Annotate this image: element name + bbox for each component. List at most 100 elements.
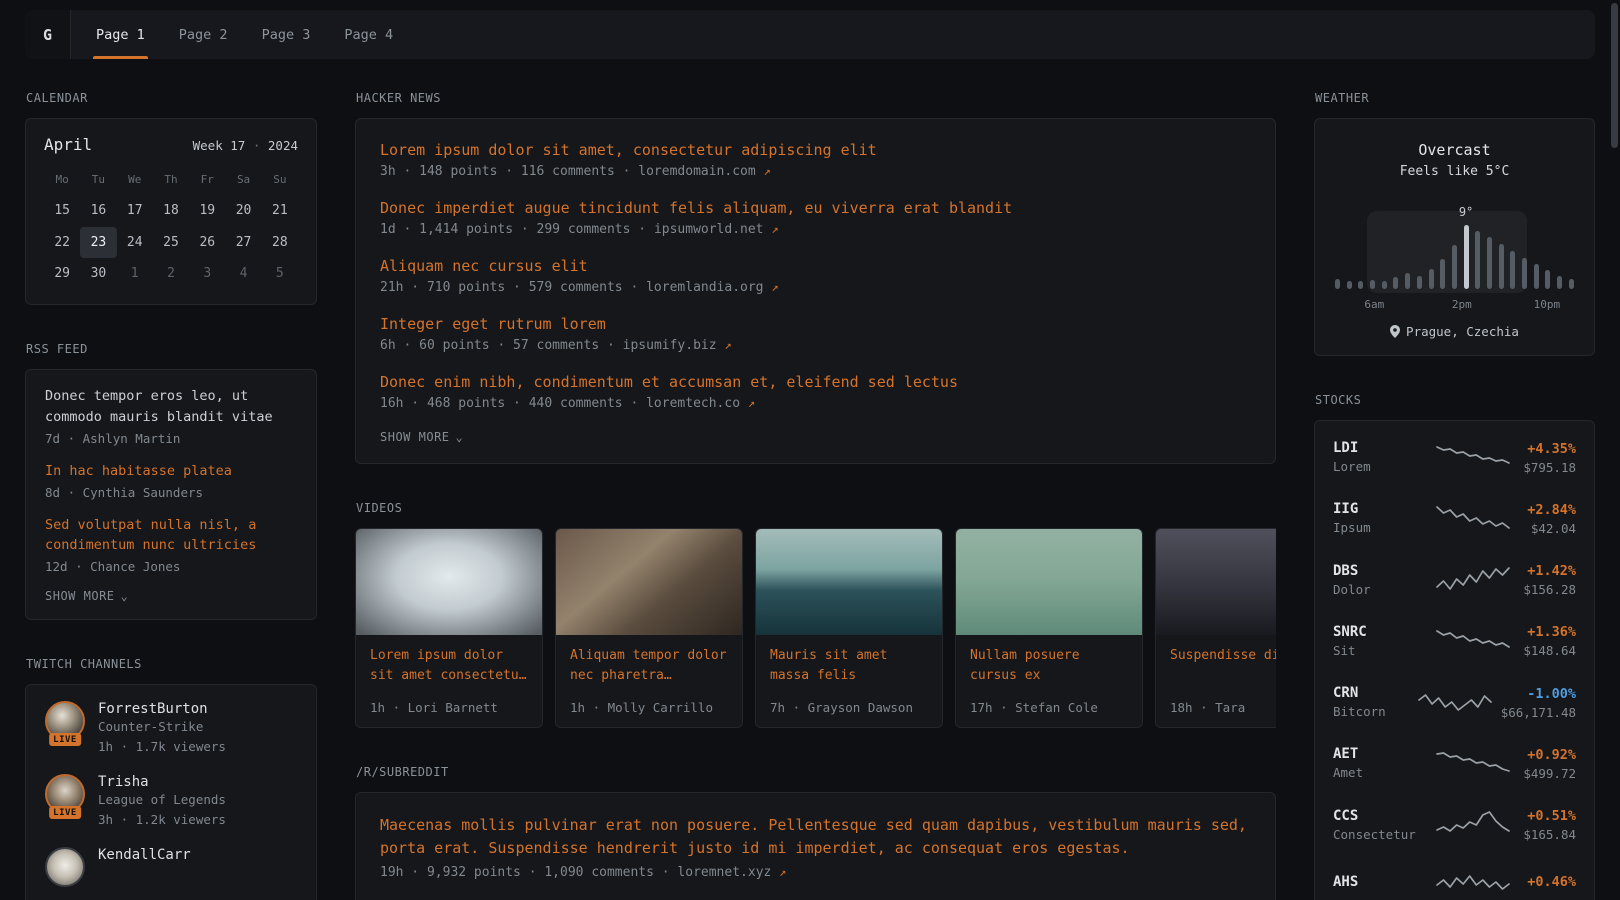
- stock-name: Sit: [1333, 643, 1427, 659]
- scrollbar[interactable]: [1611, 3, 1618, 148]
- calendar-day[interactable]: 30: [80, 258, 116, 290]
- tab-page-2[interactable]: Page 2: [162, 10, 245, 59]
- time-label: 6am: [1364, 298, 1384, 311]
- calendar-day[interactable]: 25: [153, 227, 189, 259]
- tab-page-1[interactable]: Page 1: [79, 10, 162, 59]
- calendar-day[interactable]: 28: [262, 227, 298, 259]
- twitch-heading: TWITCH CHANNELS: [26, 657, 317, 671]
- hackernews-widget: Lorem ipsum dolor sit amet, consectetur …: [355, 118, 1276, 464]
- stock-row[interactable]: SNRC Sit +1.36% $148.64: [1333, 611, 1576, 672]
- stock-values: -1.00% $66,171.48: [1501, 686, 1576, 720]
- video-meta: 1h · Lori Barnett: [370, 700, 528, 715]
- rss-show-more-button[interactable]: SHOW MORE⌄: [45, 589, 128, 603]
- time-label: 10pm: [1534, 298, 1561, 311]
- video-info: Mauris sit amet massa felis 7h · Grayson…: [756, 635, 942, 727]
- calendar-day-next-month[interactable]: 4: [225, 258, 261, 290]
- calendar-day[interactable]: 17: [117, 195, 153, 227]
- video-card[interactable]: Lorem ipsum dolor sit amet consectetu… 1…: [355, 528, 543, 728]
- video-title-link[interactable]: Aliquam tempor dolor nec pharetra…: [570, 646, 728, 686]
- twitch-channel[interactable]: KendallCarr: [45, 847, 297, 887]
- video-card[interactable]: Aliquam tempor dolor nec pharetra… 1h · …: [555, 528, 743, 728]
- weather-section: WEATHER Overcast Feels like 5°C 9° 6am 2…: [1314, 91, 1595, 356]
- rss-item-link[interactable]: Donec tempor eros leo, ut commodo mauris…: [45, 386, 297, 428]
- video-thumbnail[interactable]: [556, 529, 742, 635]
- video-card[interactable]: Nullam posuere cursus ex 17h · Stefan Co…: [955, 528, 1143, 728]
- video-title-link[interactable]: Suspendisse diam: [1170, 646, 1276, 666]
- calendar-day[interactable]: 22: [44, 227, 80, 259]
- calendar-day[interactable]: 26: [189, 227, 225, 259]
- hn-domain-link[interactable]: ipsumworld.net ↗: [654, 222, 779, 237]
- video-info: Suspendisse diam 18h · Tara: [1156, 635, 1276, 727]
- video-title-link[interactable]: Mauris sit amet massa felis: [770, 646, 928, 686]
- hn-domain: loremtech.co: [646, 396, 740, 411]
- calendar-day[interactable]: 21: [262, 195, 298, 227]
- video-thumbnail[interactable]: [356, 529, 542, 635]
- dashboard-grid: CALENDAR April Week 17 · 2024 Mo Tu We T…: [0, 59, 1620, 900]
- video-card[interactable]: Mauris sit amet massa felis 7h · Grayson…: [755, 528, 943, 728]
- calendar-day[interactable]: 19: [189, 195, 225, 227]
- stock-row[interactable]: AET Amet +0.92% $499.72: [1333, 733, 1576, 794]
- app-logo[interactable]: G: [25, 10, 71, 59]
- hn-show-more-button[interactable]: SHOW MORE⌄: [380, 430, 463, 444]
- weather-heading: WEATHER: [1315, 91, 1595, 105]
- reddit-post-link[interactable]: Maecenas mollis pulvinar erat non posuer…: [380, 814, 1251, 859]
- rss-item-link[interactable]: In hac habitasse platea: [45, 461, 297, 482]
- calendar-month: April: [44, 135, 92, 154]
- video-title-link[interactable]: Lorem ipsum dolor sit amet consectetu…: [370, 646, 528, 686]
- video-info: Lorem ipsum dolor sit amet consectetu… 1…: [356, 635, 542, 727]
- calendar-day-next-month[interactable]: 1: [117, 258, 153, 290]
- stock-price: $42.04: [1519, 521, 1576, 536]
- calendar-day-selected[interactable]: 23: [80, 227, 116, 259]
- stock-row[interactable]: LDI Lorem +4.35% $795.18: [1333, 427, 1576, 488]
- channel-name[interactable]: Trisha: [98, 774, 149, 790]
- calendar-day[interactable]: 20: [225, 195, 261, 227]
- calendar-day[interactable]: 29: [44, 258, 80, 290]
- channel-game: Counter-Strike: [98, 717, 226, 736]
- separator: ·: [245, 138, 268, 153]
- video-title-link[interactable]: Nullam posuere cursus ex: [970, 646, 1128, 686]
- channel-name[interactable]: KendallCarr: [98, 847, 191, 863]
- hn-domain-link[interactable]: ipsumify.biz ↗: [623, 338, 732, 353]
- hn-domain-link[interactable]: loremdomain.com ↗: [638, 164, 770, 179]
- calendar-day[interactable]: 15: [44, 195, 80, 227]
- stock-row[interactable]: CCS Consectetur +0.51% $165.84: [1333, 795, 1576, 856]
- calendar-day-next-month[interactable]: 2: [153, 258, 189, 290]
- calendar-day[interactable]: 18: [153, 195, 189, 227]
- video-card[interactable]: Suspendisse diam 18h · Tara: [1155, 528, 1276, 728]
- stock-row[interactable]: CRN Bitcorn -1.00% $66,171.48: [1333, 672, 1576, 733]
- calendar-day[interactable]: 24: [117, 227, 153, 259]
- video-thumbnail[interactable]: [1156, 529, 1276, 635]
- reddit-domain-link[interactable]: loremnet.xyz ↗: [677, 865, 786, 880]
- rss-item-link[interactable]: Sed volutpat nulla nisl, a condimentum n…: [45, 515, 297, 557]
- tab-page-4[interactable]: Page 4: [327, 10, 410, 59]
- hn-story-link[interactable]: Donec imperdiet augue tincidunt felis al…: [380, 198, 1251, 219]
- stock-row[interactable]: AHS +0.46%: [1333, 856, 1576, 900]
- stock-name: Bitcorn: [1333, 704, 1409, 720]
- calendar-day[interactable]: 16: [80, 195, 116, 227]
- calendar-day[interactable]: 27: [225, 227, 261, 259]
- channel-name[interactable]: ForrestBurton: [98, 701, 208, 717]
- videos-heading: VIDEOS: [356, 501, 1276, 515]
- weather-widget: Overcast Feels like 5°C 9° 6am 2pm 10pm …: [1314, 118, 1595, 356]
- hn-story-link[interactable]: Aliquam nec cursus elit: [380, 256, 1251, 277]
- stock-row[interactable]: DBS Dolor +1.42% $156.28: [1333, 550, 1576, 611]
- hn-story-link[interactable]: Donec enim nibh, condimentum et accumsan…: [380, 372, 1251, 393]
- hn-domain-link[interactable]: loremtech.co ↗: [646, 396, 755, 411]
- calendar-day-next-month[interactable]: 3: [189, 258, 225, 290]
- stock-id: AHS: [1333, 874, 1427, 893]
- twitch-channel[interactable]: LIVE ForrestBurton Counter-Strike 1h · 1…: [45, 701, 297, 756]
- video-thumbnail[interactable]: [756, 529, 942, 635]
- hn-meta-text: 6h · 60 points · 57 comments ·: [380, 338, 623, 353]
- tab-page-3[interactable]: Page 3: [245, 10, 328, 59]
- channel-info: ForrestBurton Counter-Strike 1h · 1.7k v…: [98, 701, 226, 756]
- stocks-section: STOCKS LDI Lorem +4.35% $795.18 IIG: [1314, 393, 1595, 900]
- hn-story-link[interactable]: Integer eget rutrum lorem: [380, 314, 1251, 335]
- twitch-channel[interactable]: LIVE Trisha League of Legends 3h · 1.2k …: [45, 774, 297, 829]
- hn-domain-link[interactable]: loremlandia.org ↗: [646, 280, 778, 295]
- hn-story-link[interactable]: Lorem ipsum dolor sit amet, consectetur …: [380, 140, 1251, 161]
- calendar-day-next-month[interactable]: 5: [262, 258, 298, 290]
- hn-meta-text: 3h · 148 points · 116 comments ·: [380, 164, 638, 179]
- video-thumbnail[interactable]: [956, 529, 1142, 635]
- weather-location[interactable]: Prague, Czechia: [1333, 324, 1576, 339]
- stock-row[interactable]: IIG Ipsum +2.84% $42.04: [1333, 488, 1576, 549]
